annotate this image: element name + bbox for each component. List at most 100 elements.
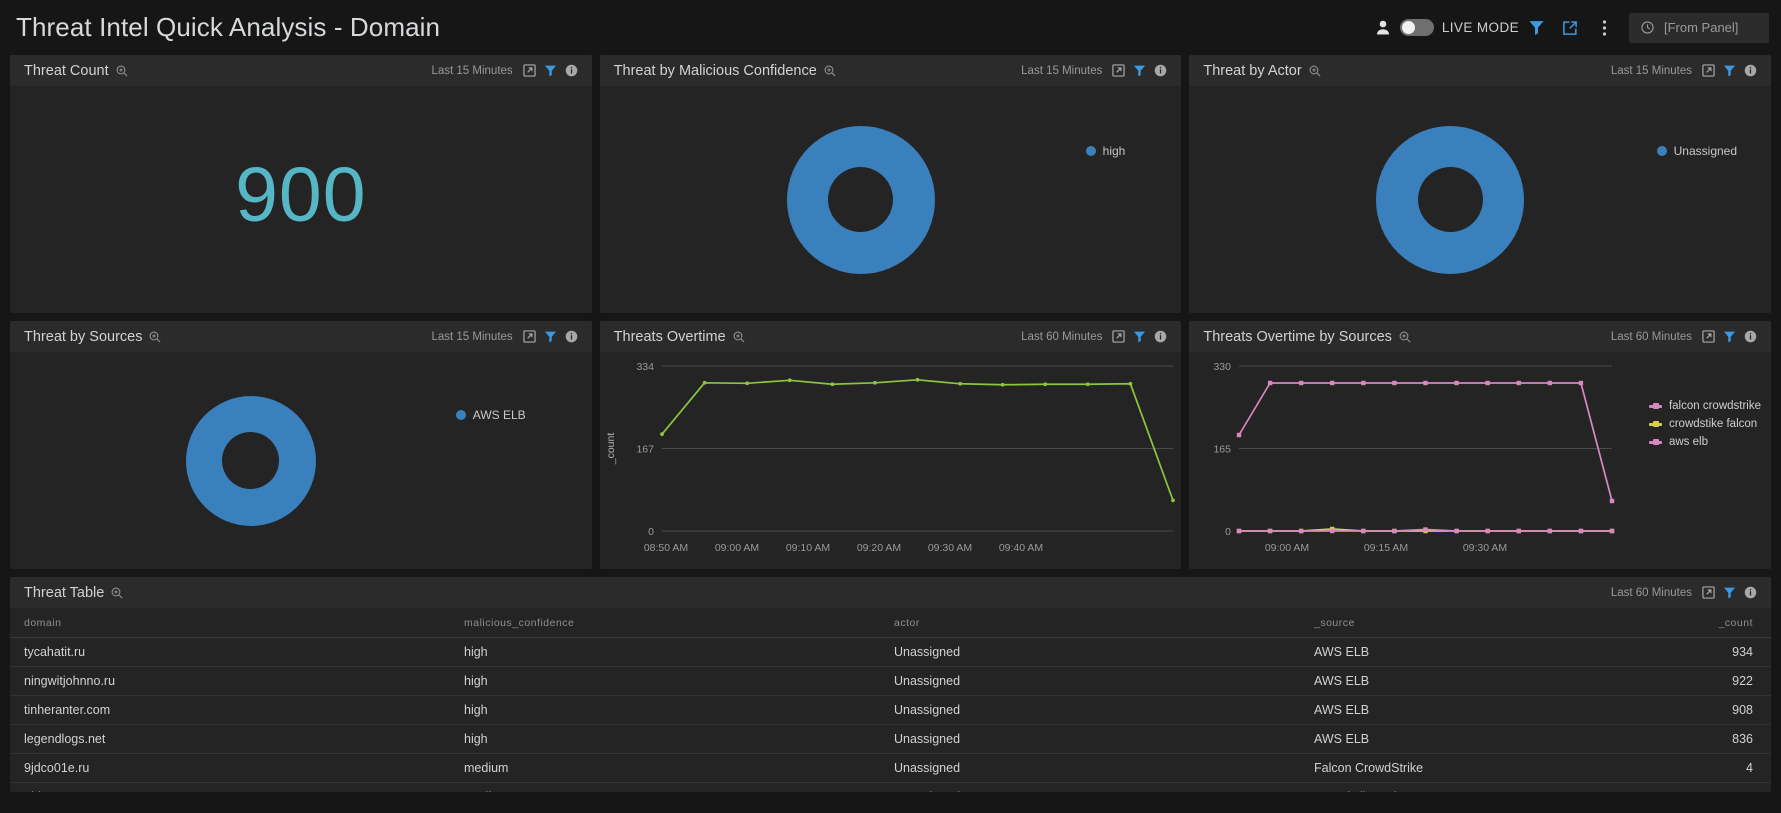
filter-funnel-icon[interactable] <box>540 326 561 348</box>
chart-data-point[interactable] <box>1517 529 1521 533</box>
donut-slice-unassigned[interactable] <box>1376 126 1524 274</box>
open-in-new-icon[interactable] <box>1698 326 1719 348</box>
chart-data-point[interactable] <box>1455 529 1459 533</box>
time-range-picker[interactable]: [From Panel] <box>1629 13 1769 43</box>
kebab-menu-icon[interactable] <box>1587 11 1621 45</box>
table-row[interactable]: 9jdco01e.rumediumUnassignedFalcon CrowdS… <box>10 754 1771 783</box>
open-in-new-icon[interactable] <box>1108 60 1129 82</box>
chart-data-point[interactable] <box>1128 382 1132 386</box>
search-icon[interactable] <box>1399 331 1411 343</box>
search-icon[interactable] <box>116 65 128 77</box>
open-in-new-icon[interactable] <box>1698 60 1719 82</box>
chart-data-point[interactable] <box>1393 529 1397 533</box>
table-column-header[interactable]: malicious_confidence <box>450 608 880 638</box>
chart-data-point[interactable] <box>1610 529 1614 533</box>
chart-data-point[interactable] <box>1393 381 1397 385</box>
table-row[interactable]: legendlogs.nethighUnassignedAWS ELB836 <box>10 725 1771 754</box>
chart-data-point[interactable] <box>1171 498 1175 502</box>
chart-data-point[interactable] <box>1086 382 1090 386</box>
chart-data-point[interactable] <box>1237 529 1241 533</box>
table-row[interactable]: tinheranter.comhighUnassignedAWS ELB908 <box>10 696 1771 725</box>
table-column-header[interactable]: _count <box>1600 608 1771 638</box>
chart-data-point[interactable] <box>788 378 792 382</box>
info-circle-icon[interactable] <box>1150 60 1171 82</box>
table-column-header[interactable]: domain <box>10 608 450 638</box>
table-row[interactable]: tycahatit.ruhighUnassignedAWS ELB934 <box>10 638 1771 667</box>
filter-funnel-icon[interactable] <box>1719 582 1740 604</box>
filter-funnel-icon[interactable] <box>1129 60 1150 82</box>
open-in-new-icon[interactable] <box>1108 326 1129 348</box>
donut-slice-aws-elb[interactable] <box>186 396 316 526</box>
chart-data-point[interactable] <box>702 381 706 385</box>
chart-data-point[interactable] <box>1424 527 1428 531</box>
donut-slice-high[interactable] <box>787 126 935 274</box>
chart-data-point[interactable] <box>1579 381 1583 385</box>
line-chart-threats-overtime[interactable]: 0167334_count08:50 AM09:00 AM09:10 AM09:… <box>600 352 1182 569</box>
chart-data-point[interactable] <box>1486 529 1490 533</box>
filter-funnel-icon[interactable] <box>1719 326 1740 348</box>
chart-line-falcon-crowdstrike[interactable] <box>1239 383 1612 501</box>
chart-data-point[interactable] <box>1579 529 1583 533</box>
table-row[interactable]: 9jdco01e.rumediumUnassignedCrowdstike Fa… <box>10 783 1771 793</box>
dashboard-row-1: Threat Count Last 15 Minutes <box>10 55 1771 313</box>
share-export-icon[interactable] <box>1553 11 1587 45</box>
chart-data-point[interactable] <box>1486 381 1490 385</box>
chart-data-point[interactable] <box>1330 381 1334 385</box>
filter-funnel-icon[interactable] <box>1519 11 1553 45</box>
search-icon[interactable] <box>111 587 123 599</box>
info-circle-icon[interactable] <box>561 326 582 348</box>
chart-data-point[interactable] <box>1043 382 1047 386</box>
legend-item[interactable]: crowdstike falcon <box>1649 418 1761 430</box>
line-chart-threats-overtime-by-sources[interactable]: 016533009:00 AM09:15 AM09:30 AM <box>1189 352 1771 569</box>
chart-data-point[interactable] <box>745 381 749 385</box>
legend-item[interactable]: aws elb <box>1649 436 1761 448</box>
table-column-header[interactable]: actor <box>880 608 1300 638</box>
chart-data-point[interactable] <box>1548 529 1552 533</box>
chart-data-point[interactable] <box>1361 381 1365 385</box>
search-icon[interactable] <box>1309 65 1321 77</box>
filter-funnel-icon[interactable] <box>1129 326 1150 348</box>
search-icon[interactable] <box>149 331 161 343</box>
info-circle-icon[interactable] <box>1740 582 1761 604</box>
open-in-new-icon[interactable] <box>519 60 540 82</box>
chart-data-point[interactable] <box>1424 381 1428 385</box>
info-circle-icon[interactable] <box>1740 60 1761 82</box>
chart-data-point[interactable] <box>1330 529 1334 533</box>
chart-data-point[interactable] <box>1361 529 1365 533</box>
info-circle-icon[interactable] <box>1150 326 1171 348</box>
chart-data-point[interactable] <box>915 378 919 382</box>
chart-data-point[interactable] <box>1517 381 1521 385</box>
chart-line-_count[interactable] <box>662 380 1173 501</box>
y-axis-tick-label: 165 <box>1214 444 1232 456</box>
panel-header: Threat Table Last 60 Minutes <box>10 577 1771 608</box>
chart-data-point[interactable] <box>1268 381 1272 385</box>
x-axis-tick-label: 09:30 AM <box>1463 542 1507 554</box>
chart-data-point[interactable] <box>1000 383 1004 387</box>
chart-data-point[interactable] <box>1610 499 1614 503</box>
open-in-new-icon[interactable] <box>1698 582 1719 604</box>
chart-data-point[interactable] <box>830 382 834 386</box>
chart-data-point[interactable] <box>1268 529 1272 533</box>
table-row[interactable]: ningwitjohnno.ruhighUnassignedAWS ELB922 <box>10 667 1771 696</box>
search-icon[interactable] <box>824 65 836 77</box>
chart-data-point[interactable] <box>958 382 962 386</box>
info-circle-icon[interactable] <box>561 60 582 82</box>
chart-data-point[interactable] <box>1237 433 1241 437</box>
chart-data-point[interactable] <box>660 432 664 436</box>
legend-item[interactable]: falcon crowdstrike <box>1649 400 1761 412</box>
live-mode-toggle[interactable] <box>1400 19 1434 36</box>
x-axis-tick-label: 08:50 AM <box>643 542 687 554</box>
chart-data-point[interactable] <box>873 381 877 385</box>
table-column-header[interactable]: _source <box>1300 608 1600 638</box>
info-circle-icon[interactable] <box>1740 326 1761 348</box>
chart-data-point[interactable] <box>1299 381 1303 385</box>
filter-funnel-icon[interactable] <box>1719 60 1740 82</box>
chart-data-point[interactable] <box>1548 381 1552 385</box>
y-axis-tick-label: 330 <box>1214 361 1232 373</box>
filter-funnel-icon[interactable] <box>540 60 561 82</box>
open-in-new-icon[interactable] <box>519 326 540 348</box>
chart-data-point[interactable] <box>1299 529 1303 533</box>
search-icon[interactable] <box>733 331 745 343</box>
chart-data-point[interactable] <box>1455 381 1459 385</box>
legend-color-mark <box>1649 405 1662 408</box>
